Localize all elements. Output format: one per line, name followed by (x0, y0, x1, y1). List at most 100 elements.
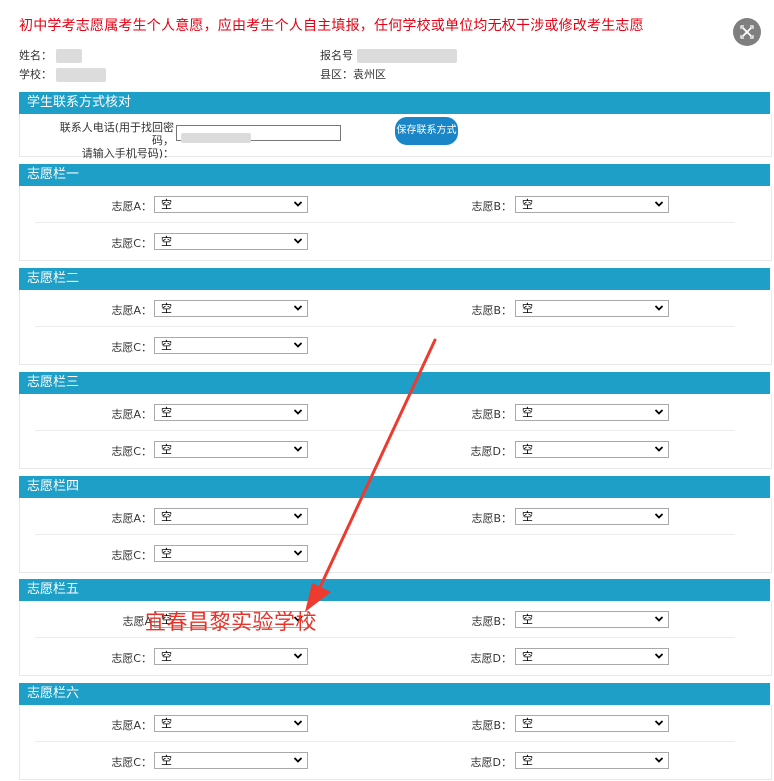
chevron-down-icon (293, 305, 303, 311)
regno-redacted (356, 49, 457, 63)
choice-select-value: 空 (161, 443, 172, 456)
choice-select[interactable]: 空 (154, 545, 308, 562)
choice-label: 志愿D： (470, 652, 512, 665)
choice-label: 志愿B： (471, 615, 512, 628)
school-redacted (55, 68, 106, 82)
chevron-down-icon (654, 757, 664, 763)
choice-label: 志愿A： (111, 719, 152, 732)
choice-select-value: 空 (161, 339, 172, 352)
choice-select[interactable]: 空 (154, 752, 308, 769)
choice-select-value: 空 (161, 198, 172, 211)
choice-select[interactable]: 空 (154, 337, 308, 354)
choice-select[interactable]: 空 (154, 196, 308, 213)
choice-label: 志愿C： (111, 549, 152, 562)
chevron-down-icon (654, 201, 664, 207)
choice-label: 志愿B： (471, 512, 512, 525)
choice-select-value: 空 (522, 510, 533, 523)
county-value: 袁州区 (353, 68, 386, 81)
choice-label: 志愿A： (111, 408, 152, 421)
choice-select[interactable]: 空 (154, 508, 308, 525)
choice-select[interactable]: 空 (154, 441, 308, 458)
school-row: 学校： (19, 66, 106, 82)
regno-row: 报名号 (320, 47, 457, 63)
choice-select[interactable]: 空 (515, 300, 669, 317)
row-divider (35, 222, 735, 223)
choice-label: 志愿C： (111, 445, 152, 458)
choice-label: 志愿B： (471, 304, 512, 317)
chevron-down-icon (293, 238, 303, 244)
choice-select-value: 空 (161, 754, 172, 767)
chevron-down-icon (293, 446, 303, 452)
choice-panel-title: 志愿栏四 (19, 476, 770, 498)
save-contact-button[interactable]: 保存联系方式 (395, 117, 458, 145)
row-divider (35, 326, 735, 327)
chevron-down-icon (654, 409, 664, 415)
choice-select[interactable]: 空 (154, 648, 308, 665)
choice-select-value: 空 (161, 235, 172, 248)
choice-select[interactable]: 空 (515, 196, 669, 213)
row-divider (35, 534, 735, 535)
choice-label: 志愿C： (111, 237, 152, 250)
choice-label: 志愿D： (470, 756, 512, 769)
chevron-down-icon (654, 305, 664, 311)
chevron-down-icon (293, 550, 303, 556)
choice-select-value: 空 (522, 198, 533, 211)
name-redacted (55, 49, 82, 63)
choice-select-value: 空 (161, 406, 172, 419)
choice-select[interactable]: 空 (154, 715, 308, 732)
choice-panel-title: 志愿栏六 (19, 683, 770, 705)
choice-label: 志愿A： (111, 512, 152, 525)
close-button[interactable] (733, 18, 761, 46)
choice-label: 志愿C： (111, 341, 152, 354)
chevron-down-icon (654, 653, 664, 659)
choice-select-value: 空 (161, 650, 172, 663)
student-name-row: 姓名： (19, 47, 82, 63)
choice-select[interactable]: 空 (515, 508, 669, 525)
chevron-down-icon (654, 720, 664, 726)
chevron-down-icon (293, 201, 303, 207)
choice-select[interactable]: 空 (515, 404, 669, 421)
choice-select[interactable]: 空 (515, 441, 669, 458)
phone-label-line2: 请输入手机号码)： (81, 147, 174, 160)
choice-label: 志愿A： (111, 200, 152, 213)
choice-select[interactable]: 空 (154, 404, 308, 421)
row-divider (35, 430, 735, 431)
choice-label: 志愿B： (471, 408, 512, 421)
choice-select[interactable]: 空 (515, 648, 669, 665)
contact-panel-title: 学生联系方式核对 (19, 92, 770, 114)
regno-label: 报名号 (320, 49, 353, 62)
choice-label: 志愿A (122, 615, 152, 628)
choice-select[interactable]: 空 (154, 233, 308, 250)
choice-label: 志愿D： (470, 445, 512, 458)
chevron-down-icon (293, 513, 303, 519)
choice-label: 志愿C： (111, 652, 152, 665)
choice-select-value: 空 (161, 547, 172, 560)
choice-select-value: 空 (522, 613, 533, 626)
row-divider (35, 637, 735, 638)
choice-select[interactable]: 空 (154, 300, 308, 317)
phone-redacted (181, 132, 251, 143)
choice-select[interactable]: 空 (515, 752, 669, 769)
choice-select-value: 空 (522, 406, 533, 419)
county-row: 县区：袁州区 (320, 66, 386, 82)
annotation-text: 宜春昌黎实验学校 (145, 610, 317, 634)
choice-label: 志愿A： (111, 304, 152, 317)
name-label: 姓名： (19, 49, 52, 62)
choice-select[interactable]: 空 (515, 611, 669, 628)
choice-panel-title: 志愿栏二 (19, 268, 770, 290)
phone-label-line1: 联系人电话(用于找回密码， (59, 121, 174, 147)
choice-label: 志愿B： (471, 200, 512, 213)
choice-select-value: 空 (161, 510, 172, 523)
chevron-down-icon (654, 616, 664, 622)
phone-input[interactable] (176, 125, 341, 143)
chevron-down-icon (293, 757, 303, 763)
close-icon (740, 25, 754, 39)
choice-select[interactable]: 空 (515, 715, 669, 732)
choice-select-value: 空 (522, 443, 533, 456)
choice-select-value: 空 (522, 650, 533, 663)
chevron-down-icon (654, 513, 664, 519)
phone-label: 联系人电话(用于找回密码， 请输入手机号码)： (40, 121, 174, 160)
choice-panel-title: 志愿栏三 (19, 372, 770, 394)
chevron-down-icon (654, 446, 664, 452)
choice-panel-title: 志愿栏一 (19, 164, 770, 186)
